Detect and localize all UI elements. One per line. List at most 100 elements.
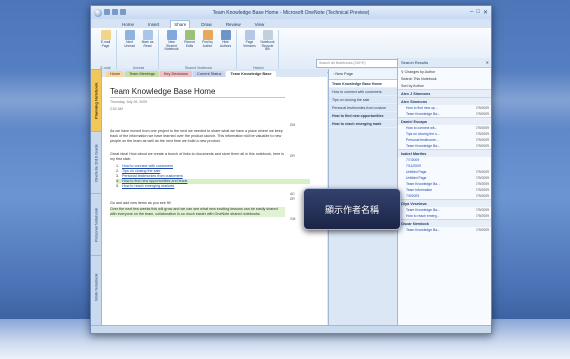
result-date: 7/9/2009 bbox=[475, 170, 489, 174]
result-date: 7/9/2009 bbox=[475, 182, 489, 186]
onenote-window: Team Knowledge Base Home - Microsoft One… bbox=[90, 5, 492, 334]
result-date: 7/9/2009 bbox=[475, 126, 489, 130]
page-list-item[interactable]: Personal testimonies from custom bbox=[329, 104, 397, 112]
tab-draw[interactable]: Draw bbox=[198, 21, 215, 28]
new-shared-notebook-button[interactable]: New Shared Notebook bbox=[164, 30, 179, 52]
section-tab-team-meetings[interactable]: Team Meetings bbox=[125, 71, 159, 77]
author-tag: DR bbox=[290, 154, 295, 158]
notebook-tab-personal[interactable]: Personal Notebook bbox=[91, 193, 101, 256]
result-page-name: 7/9/2009 bbox=[406, 194, 420, 198]
result-page-name: Tips on closing the s... bbox=[406, 132, 440, 136]
result-date: 7/9/2009 bbox=[475, 112, 489, 116]
result-date: 7/9/2009 bbox=[475, 194, 489, 198]
section-tab-home[interactable]: Home bbox=[106, 71, 125, 77]
notebook-tab-planning[interactable]: Planning Notebook bbox=[91, 69, 101, 132]
window-controls: – □ ✕ bbox=[470, 9, 488, 16]
result-date: 7/9/2009 bbox=[475, 106, 489, 110]
page-list-item[interactable]: Team Knowledge Base Home bbox=[329, 80, 397, 88]
result-page-name: 7/7/2009 bbox=[406, 158, 420, 162]
tab-share[interactable]: Share bbox=[170, 20, 191, 28]
page-time: 2:52 AM bbox=[110, 106, 123, 111]
author-group-header[interactable]: Olya Veselova bbox=[398, 199, 491, 207]
author-group-header[interactable]: Alex Simmons bbox=[398, 97, 491, 105]
page-list-item[interactable]: How to reach emerging mark bbox=[329, 120, 397, 128]
recycle-bin-button[interactable]: Notebook Recycle Bin bbox=[260, 30, 275, 52]
ribbon-group-history: Page Versions Notebook Recycle Bin Histo… bbox=[239, 30, 279, 70]
note-content: Team Knowledge Base Home Thursday, July … bbox=[110, 87, 310, 217]
result-page-name: How to reach emerg... bbox=[406, 214, 440, 218]
new-page-button[interactable]: ▫ New Page bbox=[329, 69, 397, 80]
title-bar: Team Knowledge Base Home - Microsoft One… bbox=[91, 6, 491, 19]
hide-authors-button[interactable]: Hide Authors bbox=[218, 30, 233, 52]
task-pane-header: Search Results ✕ bbox=[398, 58, 491, 68]
author-tag: DM bbox=[290, 123, 296, 127]
search-input[interactable]: Search All Notebooks (Ctrl+E) bbox=[316, 59, 400, 68]
page-title[interactable]: Team Knowledge Base Home bbox=[110, 87, 285, 98]
section-tabs: Home Team Meetings Key Decisions Current… bbox=[102, 69, 327, 77]
section-tab-team-knowledge-base[interactable]: Team Knowledge Base bbox=[226, 71, 276, 77]
ribbon-tabs: Home Insert Share Draw Review View bbox=[91, 19, 491, 28]
mark-as-read-button[interactable]: Mark as Read bbox=[140, 30, 155, 48]
result-date: 7/9/2009 bbox=[475, 208, 489, 212]
page-versions-icon bbox=[244, 30, 255, 40]
find-by-author-button[interactable]: Find by Author bbox=[200, 30, 215, 52]
minimize-button[interactable]: – bbox=[470, 9, 473, 16]
callout-label: 顯示作者名稱 bbox=[303, 188, 401, 230]
close-button[interactable]: ✕ bbox=[483, 9, 488, 16]
email-page-button[interactable]: E-mail Page bbox=[98, 30, 113, 48]
ribbon-group-shared-notebook: New Shared Notebook Recent Edits Find by… bbox=[161, 30, 237, 70]
notebook-tab-guide[interactable]: OneNote 2010 Guide bbox=[91, 131, 101, 194]
next-unread-icon bbox=[124, 30, 135, 40]
maximize-button[interactable]: □ bbox=[476, 9, 480, 16]
note-paragraph-1[interactable]: As we have moved from one project to the… bbox=[110, 129, 285, 144]
result-page-name: Team Knowledge Ba... bbox=[406, 182, 440, 186]
tab-home[interactable]: Home bbox=[119, 21, 137, 28]
result-page-name: Team Knowledge Ba... bbox=[406, 208, 440, 212]
section-tab-current-status[interactable]: Current Status bbox=[192, 71, 226, 77]
page-list-item[interactable]: Tips on closing the sale bbox=[329, 96, 397, 104]
window-title: Team Knowledge Base Home - Microsoft One… bbox=[212, 9, 370, 16]
result-page-name: Untitled Page bbox=[406, 176, 427, 180]
note-paragraph-2[interactable]: Great idea! How about we create a bunch … bbox=[110, 152, 285, 162]
result-page-name: How to connect wit... bbox=[406, 126, 438, 130]
notebook-tab-work[interactable]: Work Notebook bbox=[91, 255, 101, 318]
email-icon bbox=[100, 30, 111, 40]
close-icon[interactable]: ✕ bbox=[486, 60, 489, 65]
tab-review[interactable]: Review bbox=[223, 21, 244, 28]
result-date: 7/9/2009 bbox=[475, 144, 489, 148]
page-versions-button[interactable]: Page Versions bbox=[242, 30, 257, 52]
link-list: 1. How to connect with customers 2. Tips o… bbox=[116, 164, 310, 189]
task-pane-subtitle: ⚲ Changes by Author bbox=[401, 69, 436, 74]
result-page-name: Team Knowledge Ba... bbox=[406, 112, 440, 116]
page-canvas[interactable]: Home Team Meetings Key Decisions Current… bbox=[102, 69, 327, 333]
recycle-bin-icon bbox=[262, 30, 273, 40]
section-tab-key-decisions[interactable]: Key Decisions bbox=[159, 71, 192, 77]
status-bar bbox=[91, 325, 491, 333]
result-page-name: How to find new op... bbox=[406, 106, 438, 110]
result-page-name: Personal testimonie... bbox=[406, 138, 439, 142]
result-date: 7/9/2009 bbox=[475, 176, 489, 180]
page-list-item[interactable]: How to find new opportunities bbox=[329, 112, 397, 120]
note-paragraph-4[interactable]: Over the next few weeks this will grow a… bbox=[110, 207, 285, 217]
next-unread-button[interactable]: Next Unread bbox=[122, 30, 137, 48]
tab-view[interactable]: View bbox=[252, 21, 268, 28]
author-tag: AD bbox=[290, 192, 295, 196]
search-result-item[interactable]: Team Knowledge Ba... 7/9/2009 bbox=[398, 227, 491, 233]
search-scope-dropdown[interactable]: Search This Notebook bbox=[398, 75, 491, 82]
find-author-icon bbox=[202, 30, 213, 40]
link-emerging-markets[interactable]: 5. How to reach emerging markets bbox=[116, 184, 310, 189]
sort-dropdown[interactable]: Sort by Author bbox=[398, 82, 491, 89]
tab-insert[interactable]: Insert bbox=[145, 21, 162, 28]
page-list-item[interactable]: How to connect with customers bbox=[329, 88, 397, 96]
author-group-header[interactable]: Oscar Nemlook bbox=[398, 219, 491, 227]
author-group-header[interactable]: Daniel Escapa bbox=[398, 117, 491, 125]
author-tag: DR bbox=[290, 197, 295, 201]
recent-edits-button[interactable]: Recent Edits bbox=[182, 30, 197, 52]
mark-read-icon bbox=[142, 30, 153, 40]
result-date: 7/9/2009 bbox=[475, 228, 489, 232]
result-page-name: Team Knowledge Ba... bbox=[406, 228, 440, 232]
result-date: 7/9/2009 bbox=[475, 132, 489, 136]
note-paragraph-3[interactable]: Go and add new items as you see fit! bbox=[110, 201, 285, 206]
author-group-header[interactable]: Isabel Martins bbox=[398, 149, 491, 157]
author-group-header[interactable]: Alex J Simmons bbox=[398, 89, 491, 97]
